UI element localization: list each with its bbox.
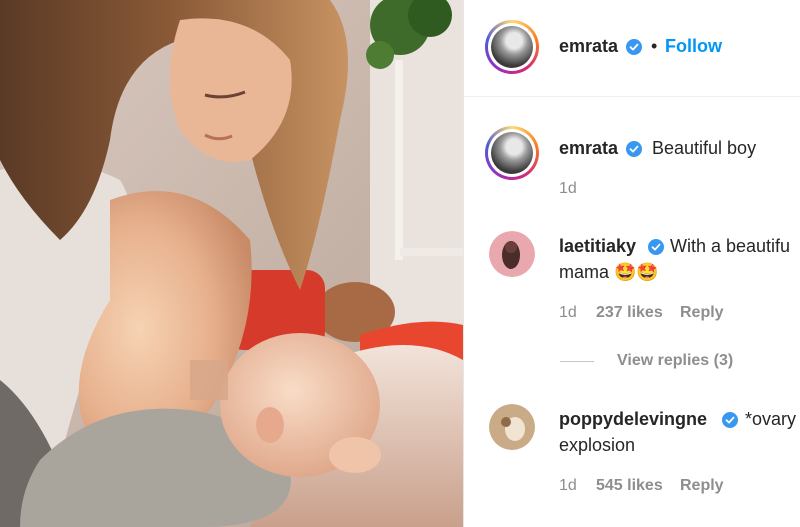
comment-time[interactable]: 1d [559, 304, 577, 322]
view-replies-line [560, 361, 594, 362]
commenter-avatar[interactable] [489, 231, 535, 277]
comment-time[interactable]: 1d [559, 477, 577, 495]
comment-username[interactable]: poppydelevingne [559, 409, 707, 430]
author-avatar[interactable] [485, 20, 539, 74]
verified-icon [648, 239, 664, 255]
view-replies-button[interactable]: View replies (3) [617, 352, 733, 370]
verified-icon [626, 141, 642, 157]
post-header: emrata • Follow [464, 0, 800, 97]
comment-text-continued: explosion [559, 435, 636, 455]
comment-text: With a beautifu [670, 236, 791, 256]
reply-button[interactable]: Reply [680, 304, 724, 322]
comment-text: Beautiful boy [652, 138, 757, 158]
verified-icon [722, 412, 738, 428]
comment-username[interactable]: laetitiaky [559, 236, 636, 257]
verified-icon [626, 39, 642, 55]
comment-text-continued: mama 🤩🤩 [559, 262, 659, 282]
reply-button[interactable]: Reply [680, 477, 724, 495]
likes-count[interactable]: 237 likes [596, 304, 663, 322]
separator-dot: • [651, 36, 658, 56]
caption-avatar[interactable] [485, 126, 539, 180]
photo-illustration [0, 0, 463, 527]
commenter-avatar[interactable] [489, 404, 535, 450]
post-photo[interactable] [0, 0, 463, 527]
follow-button[interactable]: Follow [665, 36, 722, 57]
comment-time[interactable]: 1d [559, 180, 577, 198]
comments-panel: emrata • Follow emrata Beautiful boy 1d … [464, 0, 800, 527]
comment-text: *ovary [745, 409, 797, 429]
author-username[interactable]: emrata [559, 36, 618, 57]
comment-username[interactable]: emrata [559, 138, 618, 159]
likes-count[interactable]: 545 likes [596, 477, 663, 495]
